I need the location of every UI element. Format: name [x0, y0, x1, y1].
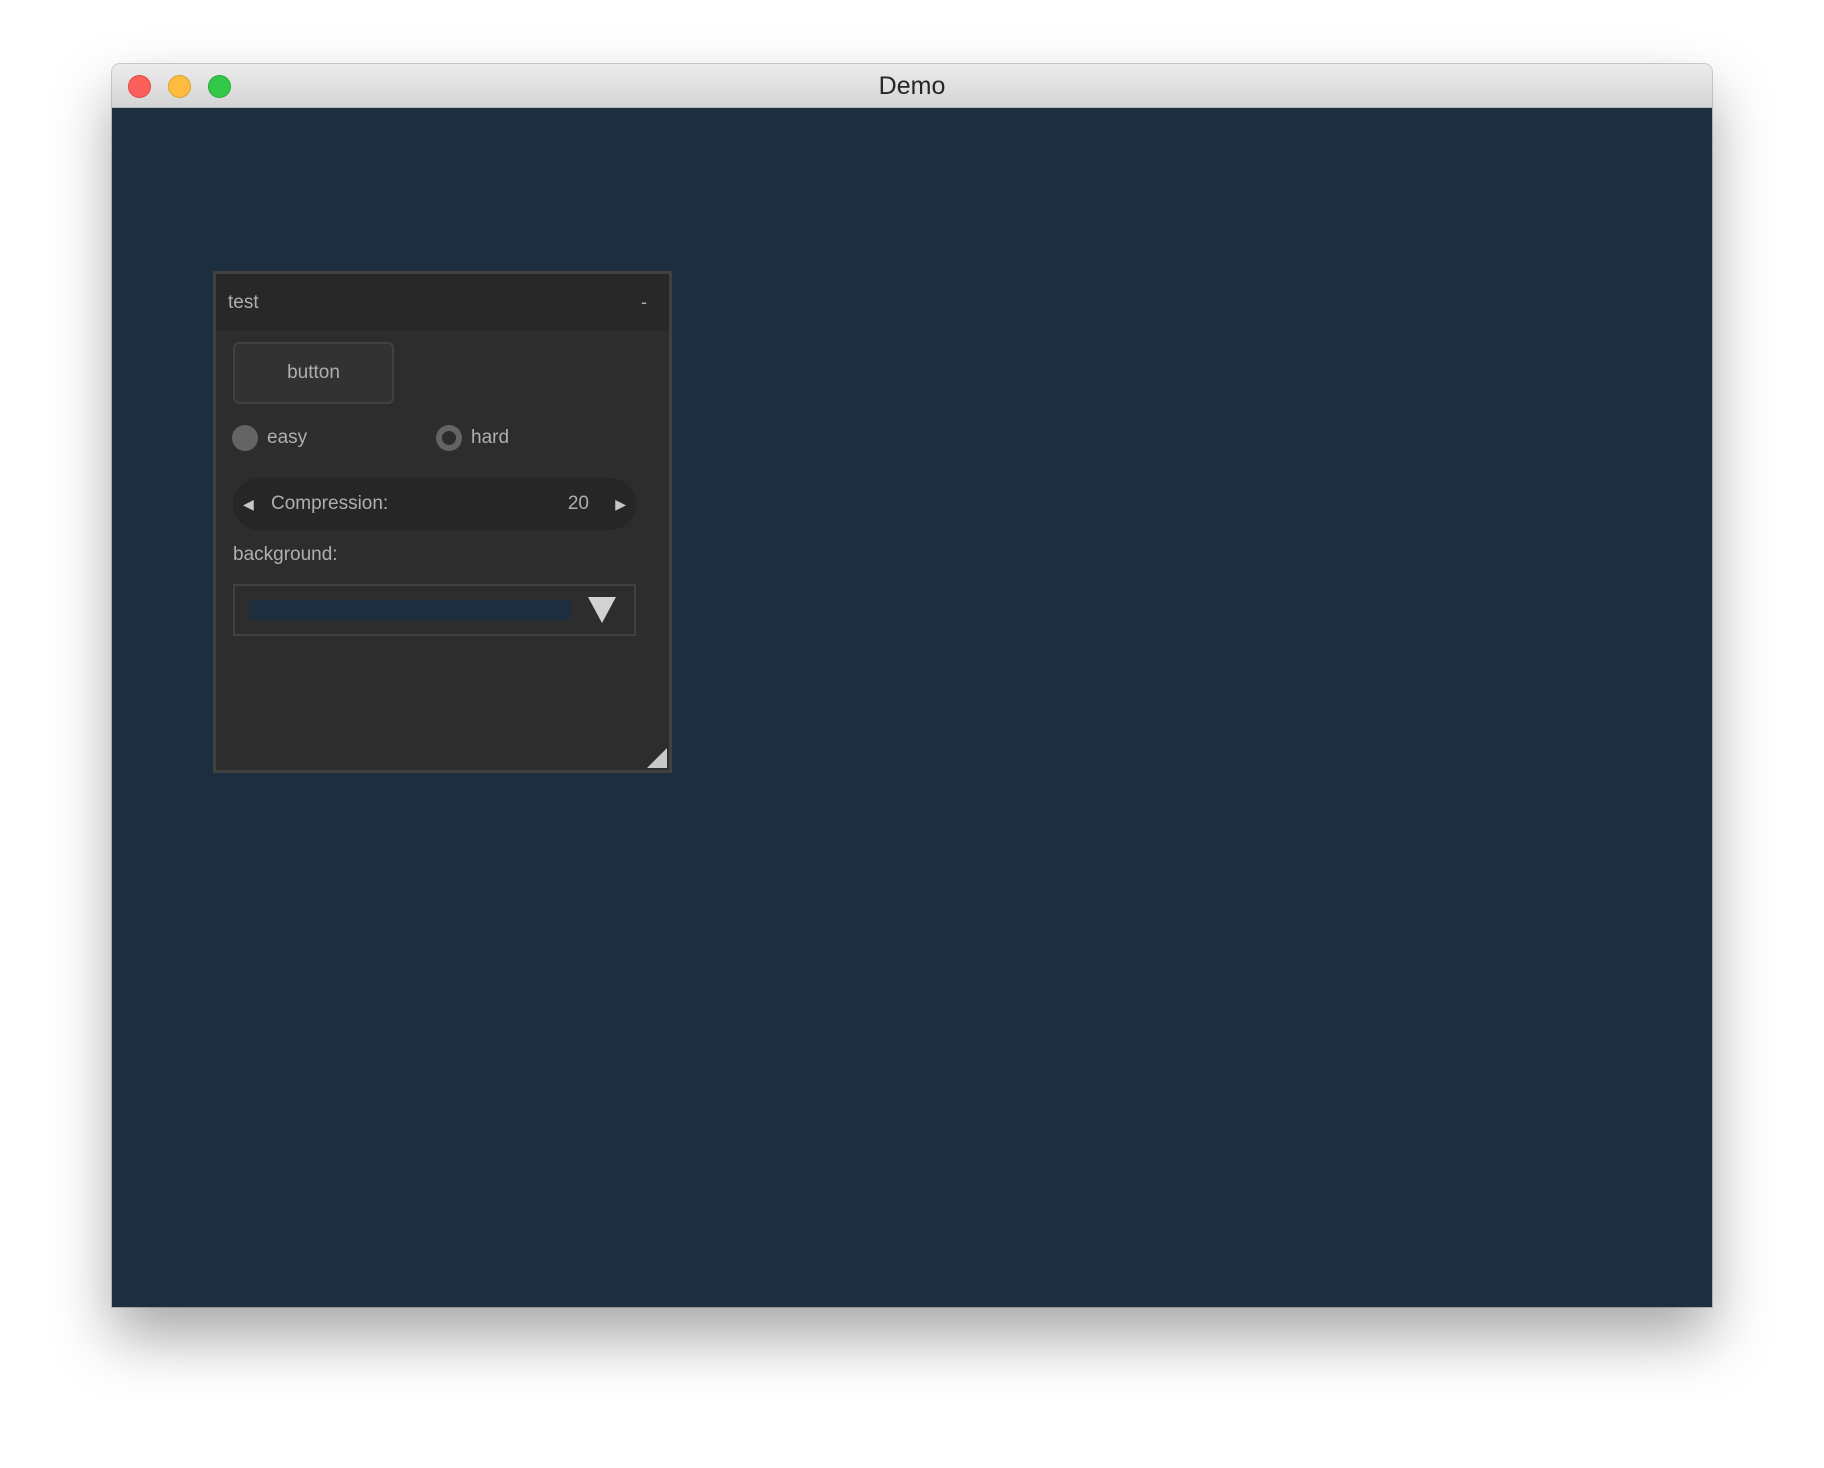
compression-property[interactable]: ◀ Compression: 20 ▶	[233, 478, 636, 530]
compression-label: Compression:	[271, 493, 389, 514]
color-swatch	[249, 600, 571, 620]
background-label: background:	[233, 544, 338, 565]
compression-value[interactable]: 20	[568, 478, 589, 530]
radio-easy-indicator	[232, 425, 258, 451]
window-titlebar[interactable]: Demo	[112, 64, 1712, 108]
panel-minimize-button[interactable]: -	[641, 274, 647, 331]
panel-header[interactable]: test -	[216, 274, 669, 331]
radio-easy[interactable]: easy	[232, 423, 307, 453]
radio-hard-indicator	[436, 425, 462, 451]
button[interactable]: button	[233, 342, 394, 404]
triangle-left-icon[interactable]: ◀	[243, 478, 254, 530]
test-panel: test - button easy hard ◀ Compression: 2…	[213, 271, 672, 773]
panel-title: test	[228, 292, 259, 313]
radio-hard-label: hard	[471, 427, 510, 448]
triangle-down-icon	[588, 597, 616, 623]
window-title: Demo	[878, 72, 946, 100]
app-canvas: test - button easy hard ◀ Compression: 2…	[112, 108, 1712, 1307]
radio-easy-label: easy	[267, 427, 308, 448]
resize-handle-icon[interactable]	[647, 748, 667, 768]
radio-hard[interactable]: hard	[436, 423, 509, 453]
app-window: Demo test - button easy hard ◀ Compressi…	[112, 64, 1712, 1307]
background-color-combo[interactable]	[233, 584, 636, 636]
triangle-right-icon[interactable]: ▶	[615, 478, 626, 530]
